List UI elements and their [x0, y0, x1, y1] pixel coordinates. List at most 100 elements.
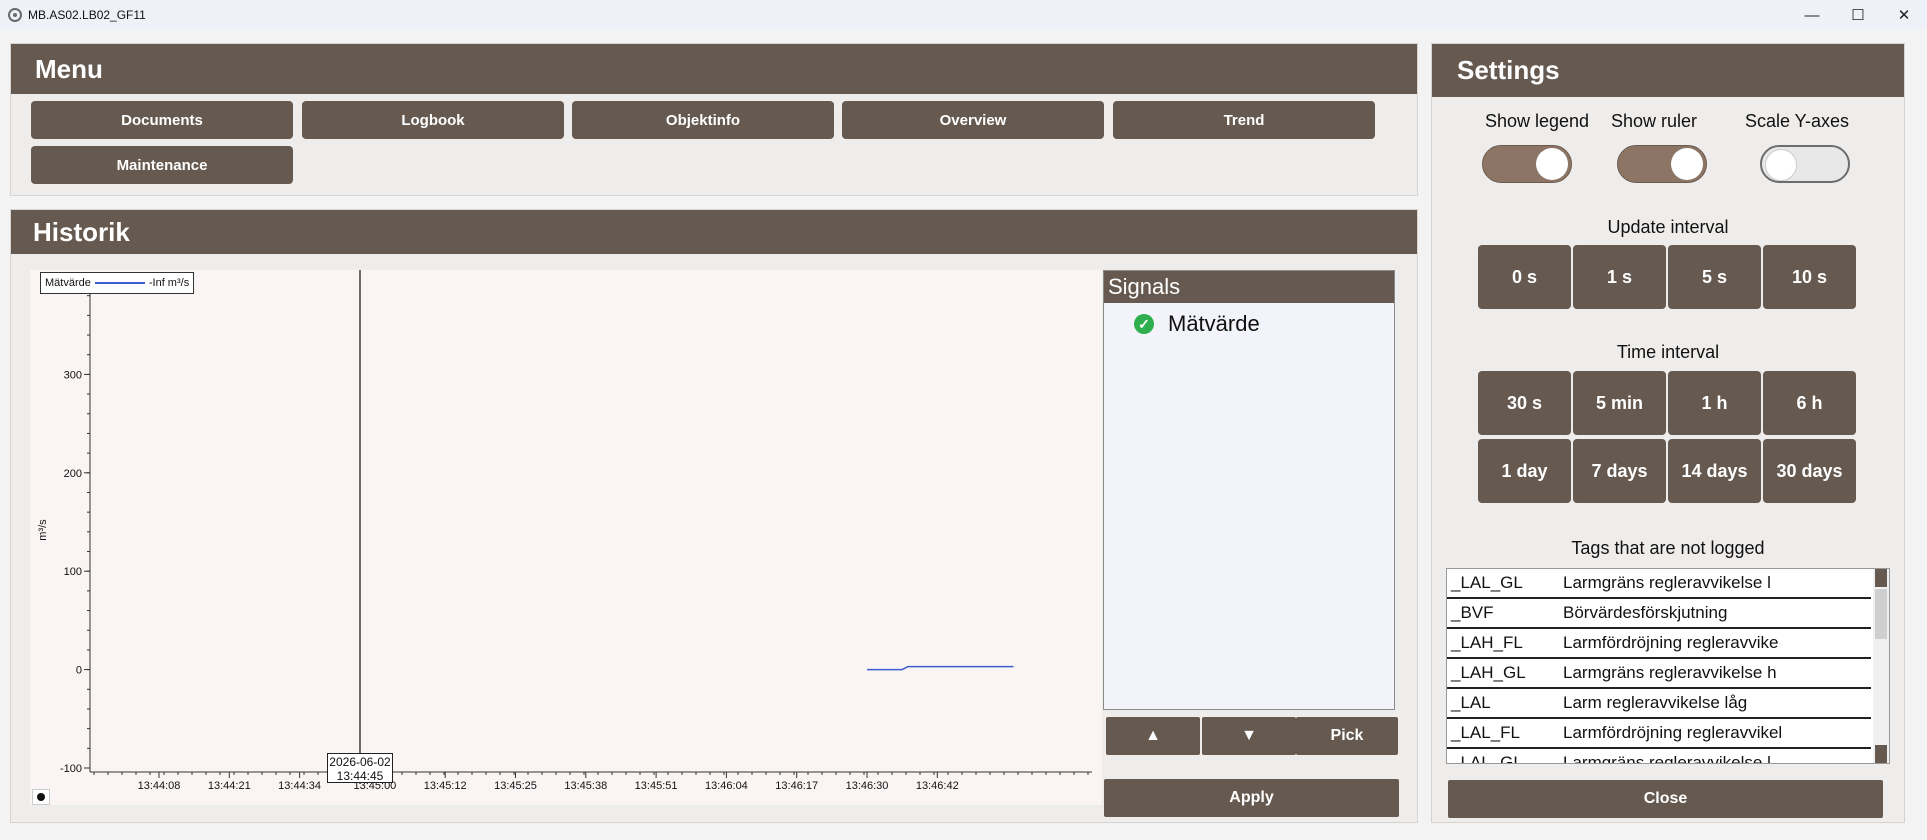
y-tick-label: 300 — [64, 369, 82, 381]
settings-header: Settings — [1432, 44, 1904, 97]
historik-header: Historik — [11, 210, 1417, 254]
move-down-button[interactable]: ▼ — [1202, 717, 1296, 755]
scroll-thumb[interactable] — [1875, 589, 1887, 639]
maintenance-button[interactable]: Maintenance — [31, 146, 293, 184]
time-30s-button[interactable]: 30 s — [1478, 371, 1571, 435]
checkmark-icon: ✓ — [1134, 314, 1154, 334]
maximize-button[interactable]: ☐ — [1835, 0, 1881, 30]
signal-item[interactable]: ✓ Mätvärde — [1134, 311, 1394, 337]
table-row[interactable]: _LAH_FL Larmfördröjning regleravvike — [1447, 629, 1871, 659]
tag-description: Larmgräns regleravvikelse h — [1563, 663, 1777, 682]
x-tick-label: 13:44:34 — [278, 780, 321, 792]
trend-chart[interactable]: -100 0 100 200 300 m³/s 13:44:08 13:44:21 13:44:… — [30, 270, 1102, 805]
tag-description: Larmgräns regleravvikelse l — [1563, 573, 1771, 592]
tag-code: _LAL_GL — [1451, 753, 1523, 764]
tags-table: _LAL_GL Larmgräns regleravvikelse l _BVF Bö… — [1446, 568, 1890, 764]
show-legend-toggle[interactable] — [1482, 145, 1572, 183]
time-1h-button[interactable]: 1 h — [1668, 371, 1761, 435]
legend-line — [94, 282, 145, 284]
menu-panel: Menu Documents Logbook Objektinfo Overvi… — [10, 43, 1418, 196]
table-row[interactable]: _BVF Börvärdesförskjutning — [1447, 599, 1871, 629]
tag-description: Larmfördröjning regleravvikelse låg — [1563, 723, 1783, 742]
show-ruler-label: Show ruler — [1610, 111, 1698, 131]
tags-scrollbar[interactable] — [1873, 569, 1889, 763]
menu-title: Menu — [35, 53, 103, 84]
pick-button[interactable]: Pick — [1296, 717, 1398, 755]
time-14days-button[interactable]: 14 days — [1668, 439, 1761, 503]
window-titlebar: MB.AS02.LB02_GF11 — ☐ ✕ — [0, 0, 1927, 30]
tag-description: Larmgräns regleravvikelse l — [1563, 753, 1771, 764]
signals-list: Signals ✓ Mätvärde — [1103, 270, 1395, 710]
tags-not-logged-label: Tags that are not logged — [1571, 538, 1765, 558]
tag-code: _LAL — [1451, 693, 1491, 712]
table-row[interactable]: _LAL Larm regleravvikelse låg — [1447, 689, 1871, 719]
historik-title: Historik — [33, 216, 130, 247]
update-0s-button[interactable]: 0 s — [1478, 245, 1571, 309]
historik-panel: Historik -100 0 100 200 300 m³/s 13:44:08 13:44… — [10, 209, 1418, 823]
close-button[interactable]: Close — [1448, 780, 1883, 818]
window-title: MB.AS02.LB02_GF11 — [28, 8, 146, 22]
update-1s-button[interactable]: 1 s — [1573, 245, 1666, 309]
signals-header: Signals — [1104, 271, 1394, 303]
y-tick-label: -100 — [60, 763, 82, 775]
table-row[interactable]: _LAL_GL Larmgräns regleravvikelse l — [1447, 749, 1871, 764]
x-tick-label: 13:44:21 — [208, 780, 251, 792]
show-ruler-toggle[interactable] — [1617, 145, 1707, 183]
objektinfo-button[interactable]: Objektinfo — [572, 101, 834, 139]
table-row[interactable]: _LAH_GL Larmgräns regleravvikelse h — [1447, 659, 1871, 689]
x-tick-label: 13:45:51 — [635, 780, 678, 792]
tag-description: Larmfördröjning regleravvike — [1563, 633, 1779, 652]
ruler-date: 2026-06-02 — [329, 755, 391, 769]
time-7days-button[interactable]: 7 days — [1573, 439, 1666, 503]
scale-y-axes-toggle[interactable] — [1760, 145, 1850, 183]
tag-code: _LAH_FL — [1451, 633, 1523, 652]
time-30days-button[interactable]: 30 days — [1763, 439, 1856, 503]
logbook-button[interactable]: Logbook — [302, 101, 564, 139]
update-10s-button[interactable]: 10 s — [1763, 245, 1856, 309]
update-5s-button[interactable]: 5 s — [1668, 245, 1761, 309]
time-6h-button[interactable]: 6 h — [1763, 371, 1856, 435]
update-interval-label: Update interval — [1607, 217, 1729, 237]
close-window-button[interactable]: ✕ — [1881, 0, 1927, 30]
app-icon — [8, 8, 22, 22]
time-1day-button[interactable]: 1 day — [1478, 439, 1571, 503]
settings-panel: Settings Show legend Show ruler Scale Y-… — [1431, 43, 1905, 823]
scroll-up-arrow[interactable] — [1875, 569, 1887, 587]
table-row[interactable]: _LAL_FL Larmfördröjning regleravvikelse l… — [1447, 719, 1871, 749]
minimize-button[interactable]: — — [1789, 0, 1835, 30]
table-row[interactable]: _LAL_GL Larmgräns regleravvikelse l — [1447, 569, 1871, 599]
apply-button[interactable]: Apply — [1104, 779, 1399, 817]
documents-button[interactable]: Documents — [31, 101, 293, 139]
y-tick-label: 0 — [76, 665, 82, 677]
toggle-knob — [1671, 148, 1703, 180]
time-interval-label: Time interval — [1616, 342, 1720, 362]
toggle-knob — [1536, 148, 1568, 180]
x-tick-label: 13:46:42 — [916, 780, 959, 792]
toggle-knob — [1765, 149, 1797, 181]
move-up-button[interactable]: ▲ — [1106, 717, 1200, 755]
y-axis-label: m³/s — [37, 519, 49, 541]
ruler-time: 13:44:45 — [336, 769, 384, 783]
x-tick-label: 13:46:04 — [705, 780, 748, 792]
overview-button[interactable]: Overview — [842, 101, 1104, 139]
x-tick-label: 13:44:08 — [138, 780, 181, 792]
chart-options-icon[interactable] — [32, 789, 50, 805]
x-tick-label: 13:45:38 — [564, 780, 607, 792]
tag-description: Larm regleravvikelse låg — [1563, 693, 1748, 712]
menu-header: Menu — [11, 44, 1417, 94]
legend-value: -Inf m³/s — [148, 277, 190, 289]
x-tick-label: 13:46:30 — [846, 780, 889, 792]
tag-code: _LAL_GL — [1451, 573, 1523, 592]
x-tick-label: 13:46:17 — [775, 780, 818, 792]
y-tick-label: 200 — [64, 468, 82, 480]
scroll-down-arrow[interactable] — [1875, 745, 1887, 763]
trend-button[interactable]: Trend — [1113, 101, 1375, 139]
series-line-matvarde — [867, 665, 1014, 671]
tag-code: _LAL_FL — [1451, 723, 1520, 742]
x-tick-label: 13:45:25 — [494, 780, 537, 792]
trend-chart-svg: -100 0 100 200 300 m³/s 13:44:08 13:44:21 13:44:… — [37, 270, 1092, 792]
time-5min-button[interactable]: 5 min — [1573, 371, 1666, 435]
ruler-label: 2026-06-02 13:44:45 — [327, 753, 393, 783]
tag-code: _LAH_GL — [1451, 663, 1526, 682]
y-tick-label: 100 — [64, 566, 82, 578]
